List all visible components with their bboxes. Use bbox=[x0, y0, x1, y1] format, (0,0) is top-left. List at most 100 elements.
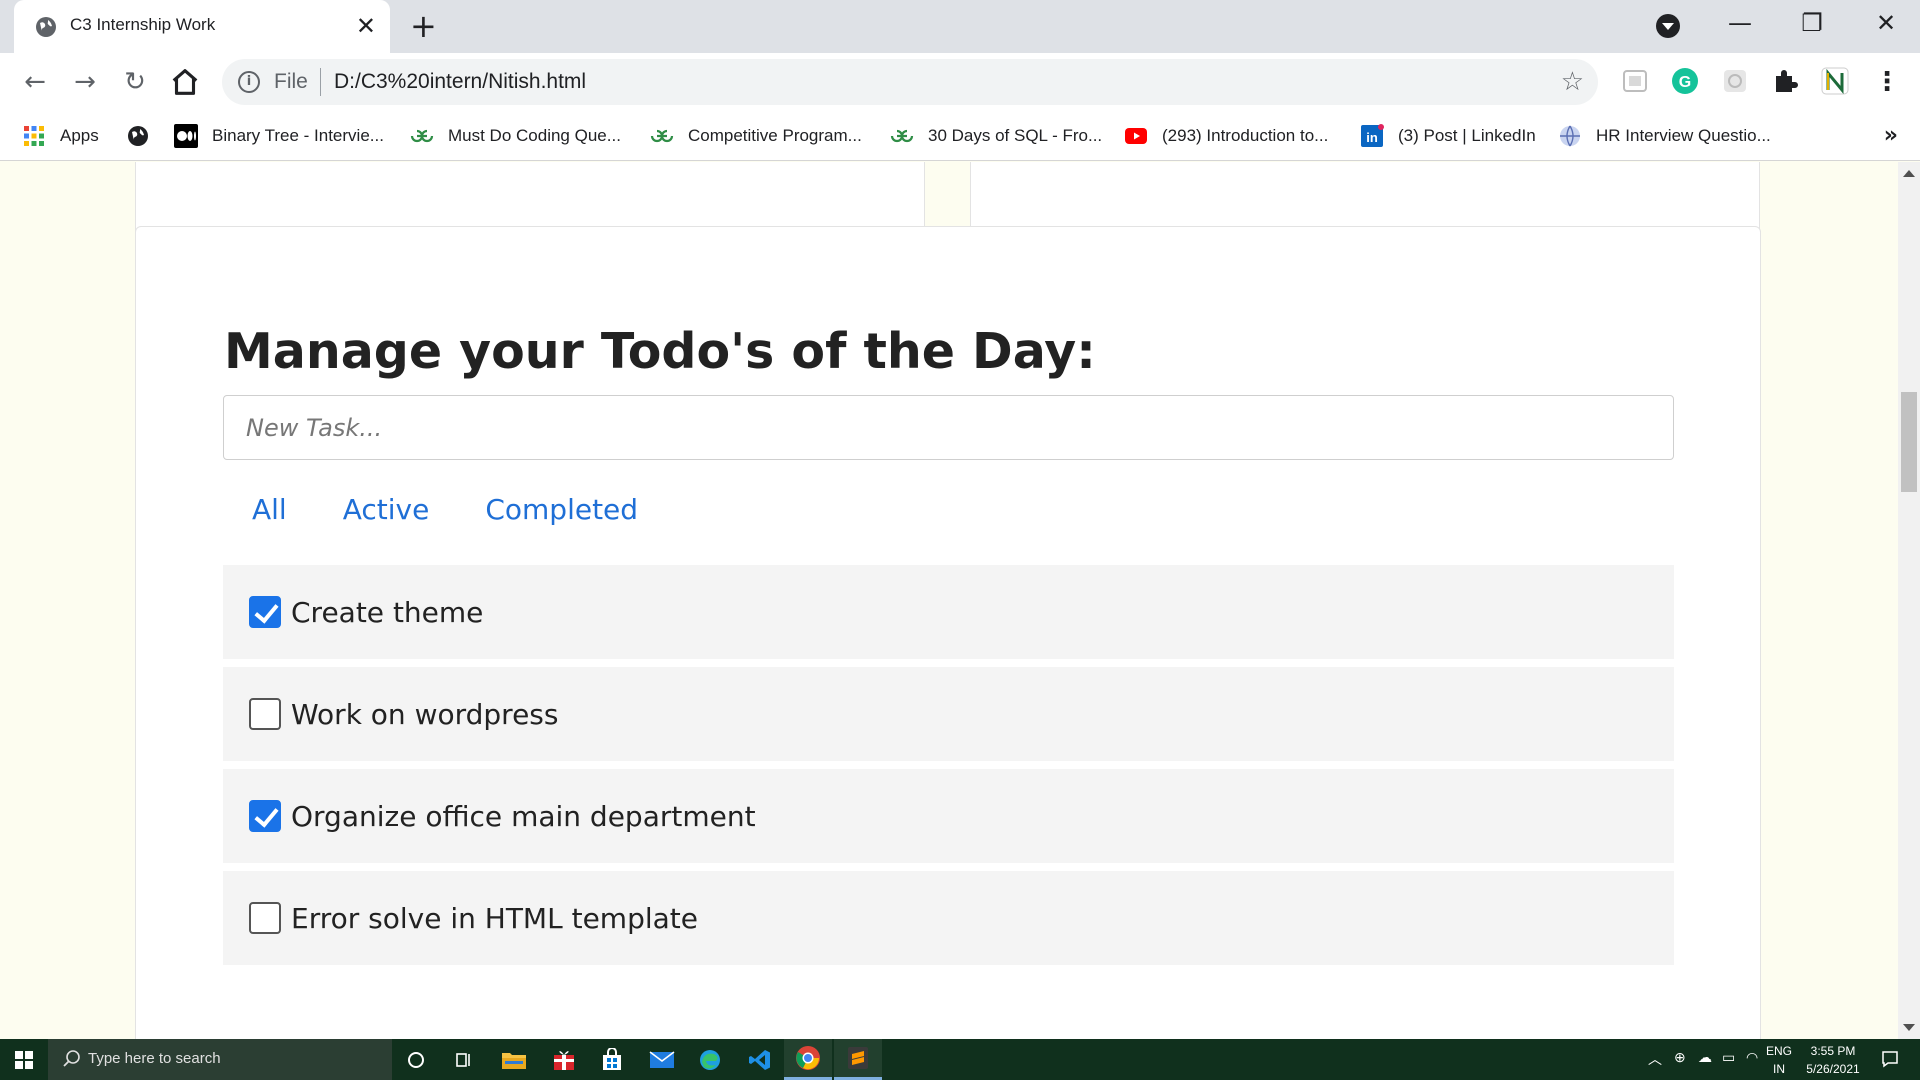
address-bar[interactable]: i File D:/C3%20intern/Nitish.html ☆ bbox=[222, 59, 1598, 105]
globe-icon bbox=[128, 126, 148, 146]
bookmark-30-days-sql[interactable]: 30 Days of SQL - Fro... bbox=[890, 121, 1102, 151]
bookmark-label: (3) Post | LinkedIn bbox=[1398, 126, 1536, 145]
browser-tab[interactable]: C3 Internship Work ✕ bbox=[14, 0, 390, 53]
scroll-up-arrow-icon[interactable] bbox=[1903, 170, 1915, 177]
geeksforgeeks-icon bbox=[890, 129, 914, 143]
globe-icon bbox=[1560, 125, 1580, 147]
bookmark-label: HR Interview Questio... bbox=[1596, 126, 1771, 145]
onedrive-cloud-icon[interactable]: ☁ bbox=[1698, 1049, 1712, 1066]
scrollbar-thumb[interactable] bbox=[1901, 392, 1917, 492]
todo-item[interactable]: Work on wordpress bbox=[223, 667, 1674, 761]
action-center-icon[interactable] bbox=[1880, 1049, 1900, 1069]
edge-icon[interactable] bbox=[686, 1039, 734, 1080]
minimize-icon[interactable]: — bbox=[1720, 8, 1760, 38]
windows-start-icon[interactable] bbox=[0, 1039, 48, 1080]
lang-code: ENG bbox=[1766, 1044, 1793, 1058]
todo-checkbox[interactable] bbox=[249, 596, 281, 628]
page-viewport: Manage your Todo's of the Day: All Activ… bbox=[0, 162, 1898, 1039]
bookmark-label: (293) Introduction to... bbox=[1162, 126, 1329, 145]
todo-item[interactable]: Error solve in HTML template bbox=[223, 871, 1674, 965]
forward-arrow-icon[interactable]: → bbox=[68, 65, 102, 99]
sublime-text-icon[interactable] bbox=[834, 1039, 882, 1080]
bookmark-label: Binary Tree - Intervie... bbox=[212, 126, 384, 145]
url-text[interactable]: D:/C3%20intern/Nitish.html bbox=[334, 70, 586, 94]
microsoft-store-icon[interactable] bbox=[588, 1039, 636, 1080]
home-icon[interactable] bbox=[168, 65, 202, 99]
taskbar-search[interactable]: Type here to search bbox=[48, 1039, 392, 1080]
wifi-icon[interactable]: ◠ bbox=[1746, 1049, 1758, 1066]
todo-item[interactable]: Organize office main department bbox=[223, 769, 1674, 863]
tab-search-icon[interactable] bbox=[1656, 14, 1680, 38]
file-explorer-icon[interactable] bbox=[490, 1039, 538, 1080]
close-tab-icon[interactable]: ✕ bbox=[356, 12, 376, 40]
tray-chevron-up-icon[interactable]: ︿ bbox=[1648, 1049, 1662, 1069]
restore-icon[interactable]: ❐ bbox=[1792, 8, 1832, 38]
profile-avatar-icon[interactable] bbox=[1820, 66, 1850, 96]
gift-app-icon[interactable] bbox=[540, 1039, 588, 1080]
filter-all[interactable]: All bbox=[252, 493, 287, 526]
svg-text:in: in bbox=[1366, 130, 1378, 145]
vscode-icon[interactable] bbox=[736, 1039, 784, 1080]
chrome-menu-icon[interactable]: ⋮ bbox=[1870, 65, 1904, 99]
bookmark-youtube-introduction[interactable]: (293) Introduction to... bbox=[1124, 121, 1328, 151]
todo-text: Organize office main department bbox=[291, 799, 756, 833]
geeksforgeeks-icon bbox=[410, 129, 434, 143]
extension-icon[interactable] bbox=[1620, 66, 1650, 96]
todo-checkbox[interactable] bbox=[249, 698, 281, 730]
puzzle-extensions-icon[interactable] bbox=[1770, 66, 1800, 96]
url-scheme: File bbox=[274, 70, 308, 93]
todo-checkbox[interactable] bbox=[249, 902, 281, 934]
filter-tabs: All Active Completed bbox=[252, 493, 694, 526]
bookmark-label: 30 Days of SQL - Fro... bbox=[928, 126, 1103, 145]
reload-icon[interactable]: ↻ bbox=[118, 65, 152, 99]
back-arrow-icon[interactable]: ← bbox=[18, 65, 52, 99]
input-language[interactable]: ENG IN bbox=[1766, 1042, 1792, 1078]
bookmark-star-icon[interactable]: ☆ bbox=[1561, 67, 1584, 97]
battery-saver-icon[interactable]: ⊕ bbox=[1674, 1049, 1686, 1066]
bookmark-label: Apps bbox=[60, 126, 99, 145]
todo-checkbox[interactable] bbox=[249, 800, 281, 832]
bookmark-competitive-programming[interactable]: Competitive Program... bbox=[650, 121, 862, 151]
lang-region: IN bbox=[1773, 1062, 1785, 1076]
linkedin-icon: in bbox=[1361, 124, 1384, 147]
bookmarks-bar: Apps Binary Tree - Intervie... Must Do C… bbox=[0, 111, 1920, 161]
page-title: Manage your Todo's of the Day: bbox=[224, 323, 1096, 380]
close-window-icon[interactable]: ✕ bbox=[1866, 8, 1906, 38]
search-icon bbox=[63, 1050, 80, 1067]
mail-icon[interactable] bbox=[638, 1039, 686, 1080]
page-scrollbar[interactable] bbox=[1898, 162, 1920, 1039]
more-bookmarks-icon[interactable]: » bbox=[1884, 123, 1898, 148]
bookmark-linkedin-post[interactable]: in (3) Post | LinkedIn bbox=[1360, 121, 1536, 151]
bookmark-globe[interactable] bbox=[126, 121, 164, 151]
todo-text: Create theme bbox=[291, 595, 484, 629]
bookmark-must-do-coding[interactable]: Must Do Coding Que... bbox=[410, 121, 621, 151]
new-task-input[interactable] bbox=[223, 395, 1674, 460]
grammarly-icon[interactable]: G bbox=[1670, 66, 1700, 96]
bookmark-apps[interactable]: Apps bbox=[22, 121, 99, 151]
todo-card: Manage your Todo's of the Day: All Activ… bbox=[135, 226, 1761, 1039]
scroll-down-arrow-icon[interactable] bbox=[1903, 1024, 1915, 1031]
globe-icon bbox=[36, 17, 56, 37]
cortana-icon[interactable] bbox=[392, 1039, 440, 1080]
extension-gray-icon[interactable] bbox=[1720, 66, 1750, 96]
clock-time: 3:55 PM bbox=[1810, 1044, 1856, 1058]
medium-icon bbox=[174, 124, 198, 148]
youtube-icon bbox=[1125, 128, 1147, 144]
svg-text:G: G bbox=[1679, 74, 1691, 91]
bookmark-label: Competitive Program... bbox=[688, 126, 862, 145]
tab-title: C3 Internship Work bbox=[70, 15, 216, 34]
todo-item[interactable]: Create theme bbox=[223, 565, 1674, 659]
filter-active[interactable]: Active bbox=[343, 493, 430, 526]
battery-icon[interactable]: ▭ bbox=[1722, 1049, 1735, 1066]
filter-completed[interactable]: Completed bbox=[485, 493, 638, 526]
todo-text: Error solve in HTML template bbox=[291, 901, 698, 935]
system-clock[interactable]: 3:55 PM 5/26/2021 bbox=[1798, 1042, 1868, 1078]
apps-grid-icon bbox=[24, 126, 44, 146]
bookmark-hr-interview[interactable]: HR Interview Questio... bbox=[1558, 121, 1771, 151]
task-view-icon[interactable] bbox=[440, 1039, 488, 1080]
chrome-taskbar-icon[interactable] bbox=[784, 1039, 832, 1080]
info-icon[interactable]: i bbox=[238, 71, 260, 93]
bookmark-binary-tree[interactable]: Binary Tree - Intervie... bbox=[174, 121, 384, 151]
new-tab-button[interactable]: + bbox=[410, 8, 437, 44]
search-placeholder: Type here to search bbox=[88, 1050, 221, 1067]
